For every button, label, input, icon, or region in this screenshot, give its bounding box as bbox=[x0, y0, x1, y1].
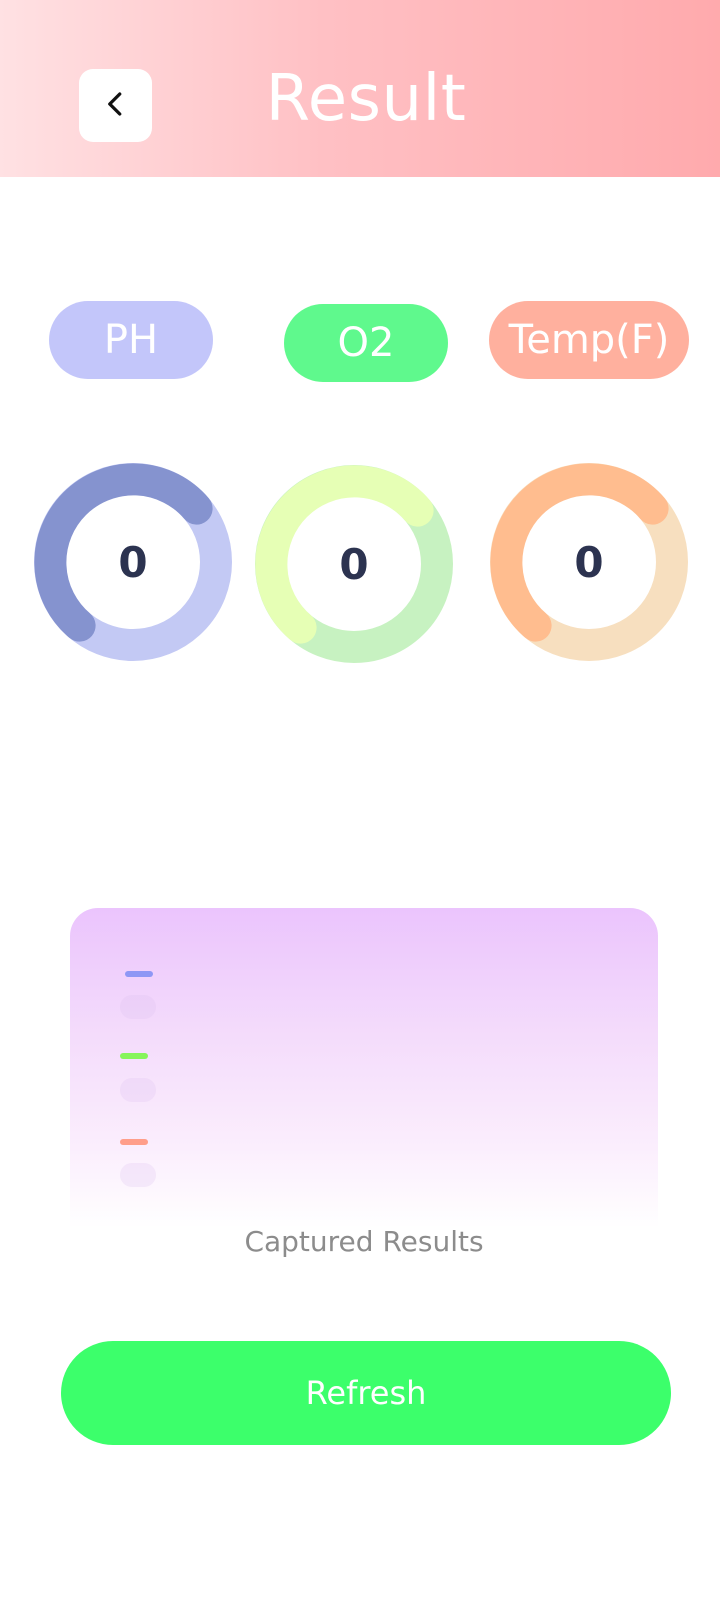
o2-legend-marker bbox=[120, 1053, 148, 1059]
temp-label-pill: Temp(F) bbox=[489, 301, 689, 379]
o2-value: 0 bbox=[339, 539, 369, 589]
app-header: Result bbox=[0, 0, 720, 177]
ph-value: 0 bbox=[118, 537, 148, 587]
refresh-button[interactable]: Refresh bbox=[61, 1341, 671, 1445]
temp-value: 0 bbox=[574, 537, 604, 587]
page-title: Result bbox=[265, 62, 467, 136]
o2-label-pill: O2 bbox=[284, 304, 448, 382]
o2-legend-dot bbox=[120, 1078, 156, 1102]
ph-legend-marker bbox=[125, 971, 153, 977]
ph-label-pill: PH bbox=[49, 301, 213, 379]
captured-results-card bbox=[70, 908, 658, 1228]
temp-legend-marker bbox=[120, 1139, 148, 1145]
temp-gauge: 0 bbox=[489, 462, 689, 662]
ph-gauge: 0 bbox=[33, 462, 233, 662]
o2-gauge: 0 bbox=[254, 464, 454, 664]
temp-legend-dot bbox=[120, 1163, 156, 1187]
ph-legend-dot bbox=[120, 995, 156, 1019]
captured-results-caption: Captured Results bbox=[244, 1225, 484, 1258]
